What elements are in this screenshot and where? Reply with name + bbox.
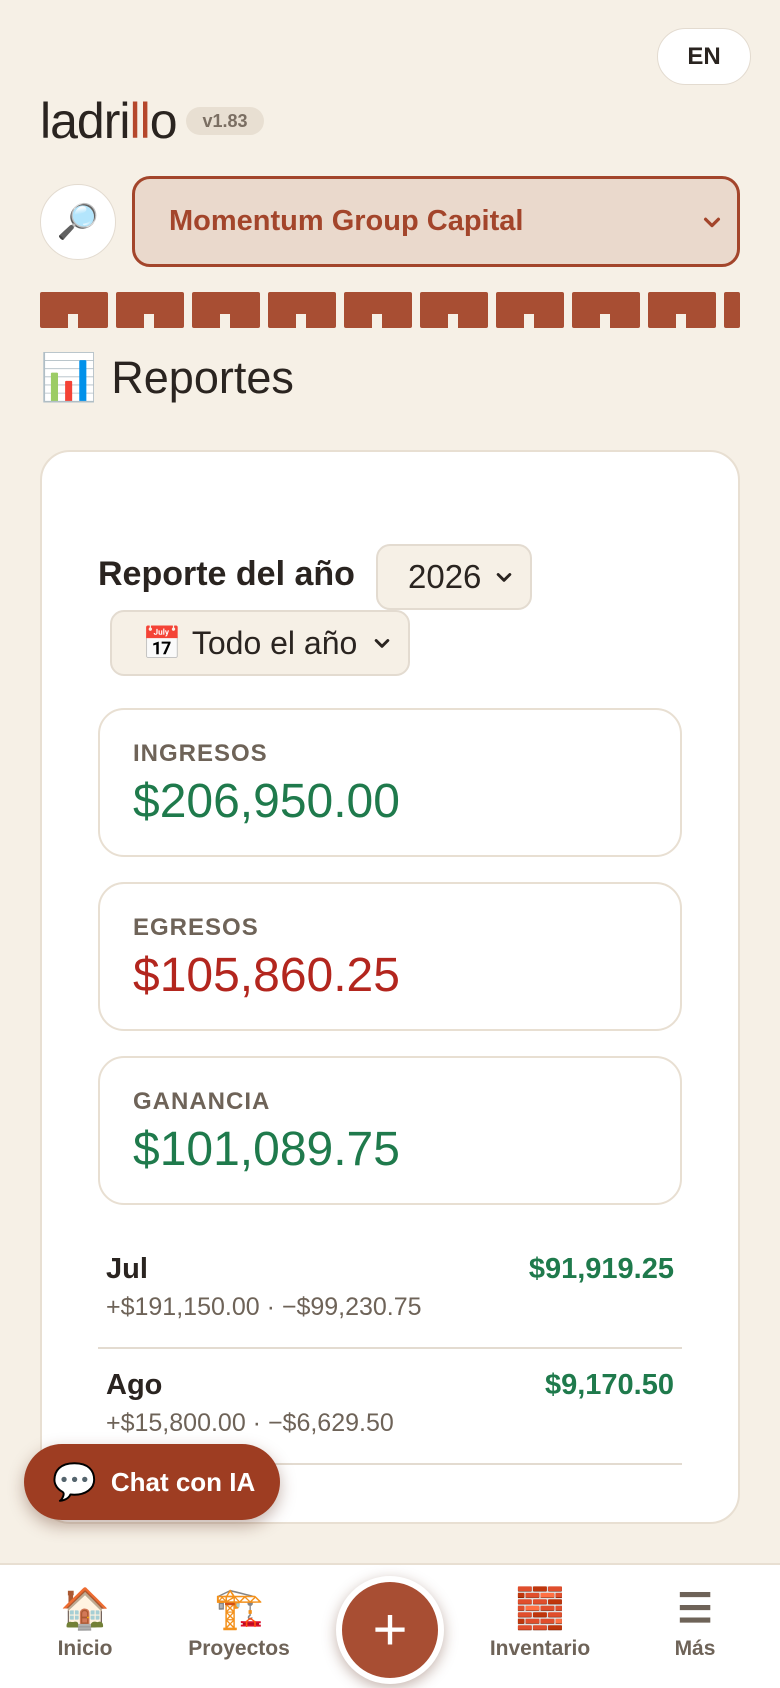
brick-segment xyxy=(268,292,336,328)
plus-icon: + xyxy=(372,1596,408,1663)
nav-label: Más xyxy=(674,1637,716,1660)
nav-label: Proyectos xyxy=(188,1637,290,1660)
page-title-text: Reportes xyxy=(111,351,294,403)
logo-text-end: o xyxy=(149,93,178,149)
nav-item-inventory[interactable]: 🧱 Inventario xyxy=(470,1587,610,1661)
brick-segment xyxy=(648,292,716,328)
brick-segment xyxy=(420,292,488,328)
app-logo: ladri ll o xyxy=(40,92,178,150)
language-toggle-button[interactable]: EN xyxy=(657,28,751,85)
logo-text-accent: ll xyxy=(129,93,150,149)
menu-icon: ☰ xyxy=(677,1587,713,1631)
stat-card-profit: GANANCIA $101,089.75 xyxy=(98,1056,682,1205)
brick-segment xyxy=(496,292,564,328)
stat-value: $206,950.00 xyxy=(133,775,400,828)
month-total: $91,919.25 xyxy=(528,1253,674,1285)
brick-segment xyxy=(40,292,108,328)
stat-value: $105,860.25 xyxy=(133,949,400,1002)
period-select[interactable]: 📅 Todo el año xyxy=(110,610,410,676)
company-select[interactable]: Momentum Group Capital xyxy=(132,176,740,267)
period-select-value: Todo el año xyxy=(191,624,358,661)
month-name: Jul xyxy=(106,1253,148,1285)
stat-label: EGRESOS xyxy=(133,914,259,941)
chevron-down-icon xyxy=(374,639,390,648)
stat-value: $101,089.75 xyxy=(133,1123,400,1176)
nav-label: Inicio xyxy=(57,1637,113,1660)
month-name: Ago xyxy=(106,1369,163,1401)
nav-item-home[interactable]: 🏠 Inicio xyxy=(15,1587,155,1661)
year-report-label: Reporte del año xyxy=(98,555,355,593)
page-title: 📊 Reportes xyxy=(40,350,294,405)
year-select[interactable]: 2026 xyxy=(376,544,532,610)
chevron-down-icon xyxy=(496,573,512,582)
chat-ai-label: Chat con IA xyxy=(110,1466,256,1497)
month-detail: +$191,150.00 · −$99,230.75 xyxy=(106,1293,422,1321)
add-button[interactable]: + xyxy=(336,1576,444,1684)
brick-icon: 🧱 xyxy=(515,1587,565,1631)
month-detail: +$15,800.00 · −$6,629.50 xyxy=(106,1409,394,1437)
month-total: $9,170.50 xyxy=(544,1369,674,1401)
construction-crane-icon: 🏗️ xyxy=(214,1587,264,1631)
bar-chart-icon: 📊 xyxy=(40,351,98,403)
stat-label: GANANCIA xyxy=(133,1088,271,1115)
stat-label: INGRESOS xyxy=(133,740,268,767)
nav-item-projects[interactable]: 🏗️ Proyectos xyxy=(169,1587,309,1661)
logo-text-start: ladri xyxy=(40,93,130,149)
brick-divider xyxy=(40,292,740,328)
stat-card-expenses: EGRESOS $105,860.25 xyxy=(98,882,682,1031)
chat-ai-button[interactable]: 💬 Chat con IA xyxy=(24,1444,280,1520)
search-button[interactable]: 🔎 xyxy=(40,184,116,260)
version-badge: v1.83 xyxy=(186,107,264,135)
brick-segment xyxy=(116,292,184,328)
brick-segment xyxy=(572,292,640,328)
nav-label: Inventario xyxy=(489,1637,591,1660)
search-icon: 🔎 xyxy=(56,203,100,241)
brick-segment xyxy=(724,292,740,328)
chat-bubble-icon: 💬 xyxy=(52,1461,97,1502)
house-icon: 🏠 xyxy=(60,1587,110,1631)
brick-segment xyxy=(192,292,260,328)
calendar-icon: 📅 xyxy=(142,625,182,661)
stat-card-income: INGRESOS $206,950.00 xyxy=(98,708,682,857)
company-select-value: Momentum Group Capital xyxy=(169,205,524,237)
month-row[interactable]: Jul +$191,150.00 · −$99,230.75 $91,919.2… xyxy=(98,1233,682,1349)
nav-item-more[interactable]: ☰ Más xyxy=(625,1587,765,1661)
year-select-value: 2026 xyxy=(408,558,482,595)
brick-segment xyxy=(344,292,412,328)
chevron-down-icon xyxy=(703,217,721,227)
